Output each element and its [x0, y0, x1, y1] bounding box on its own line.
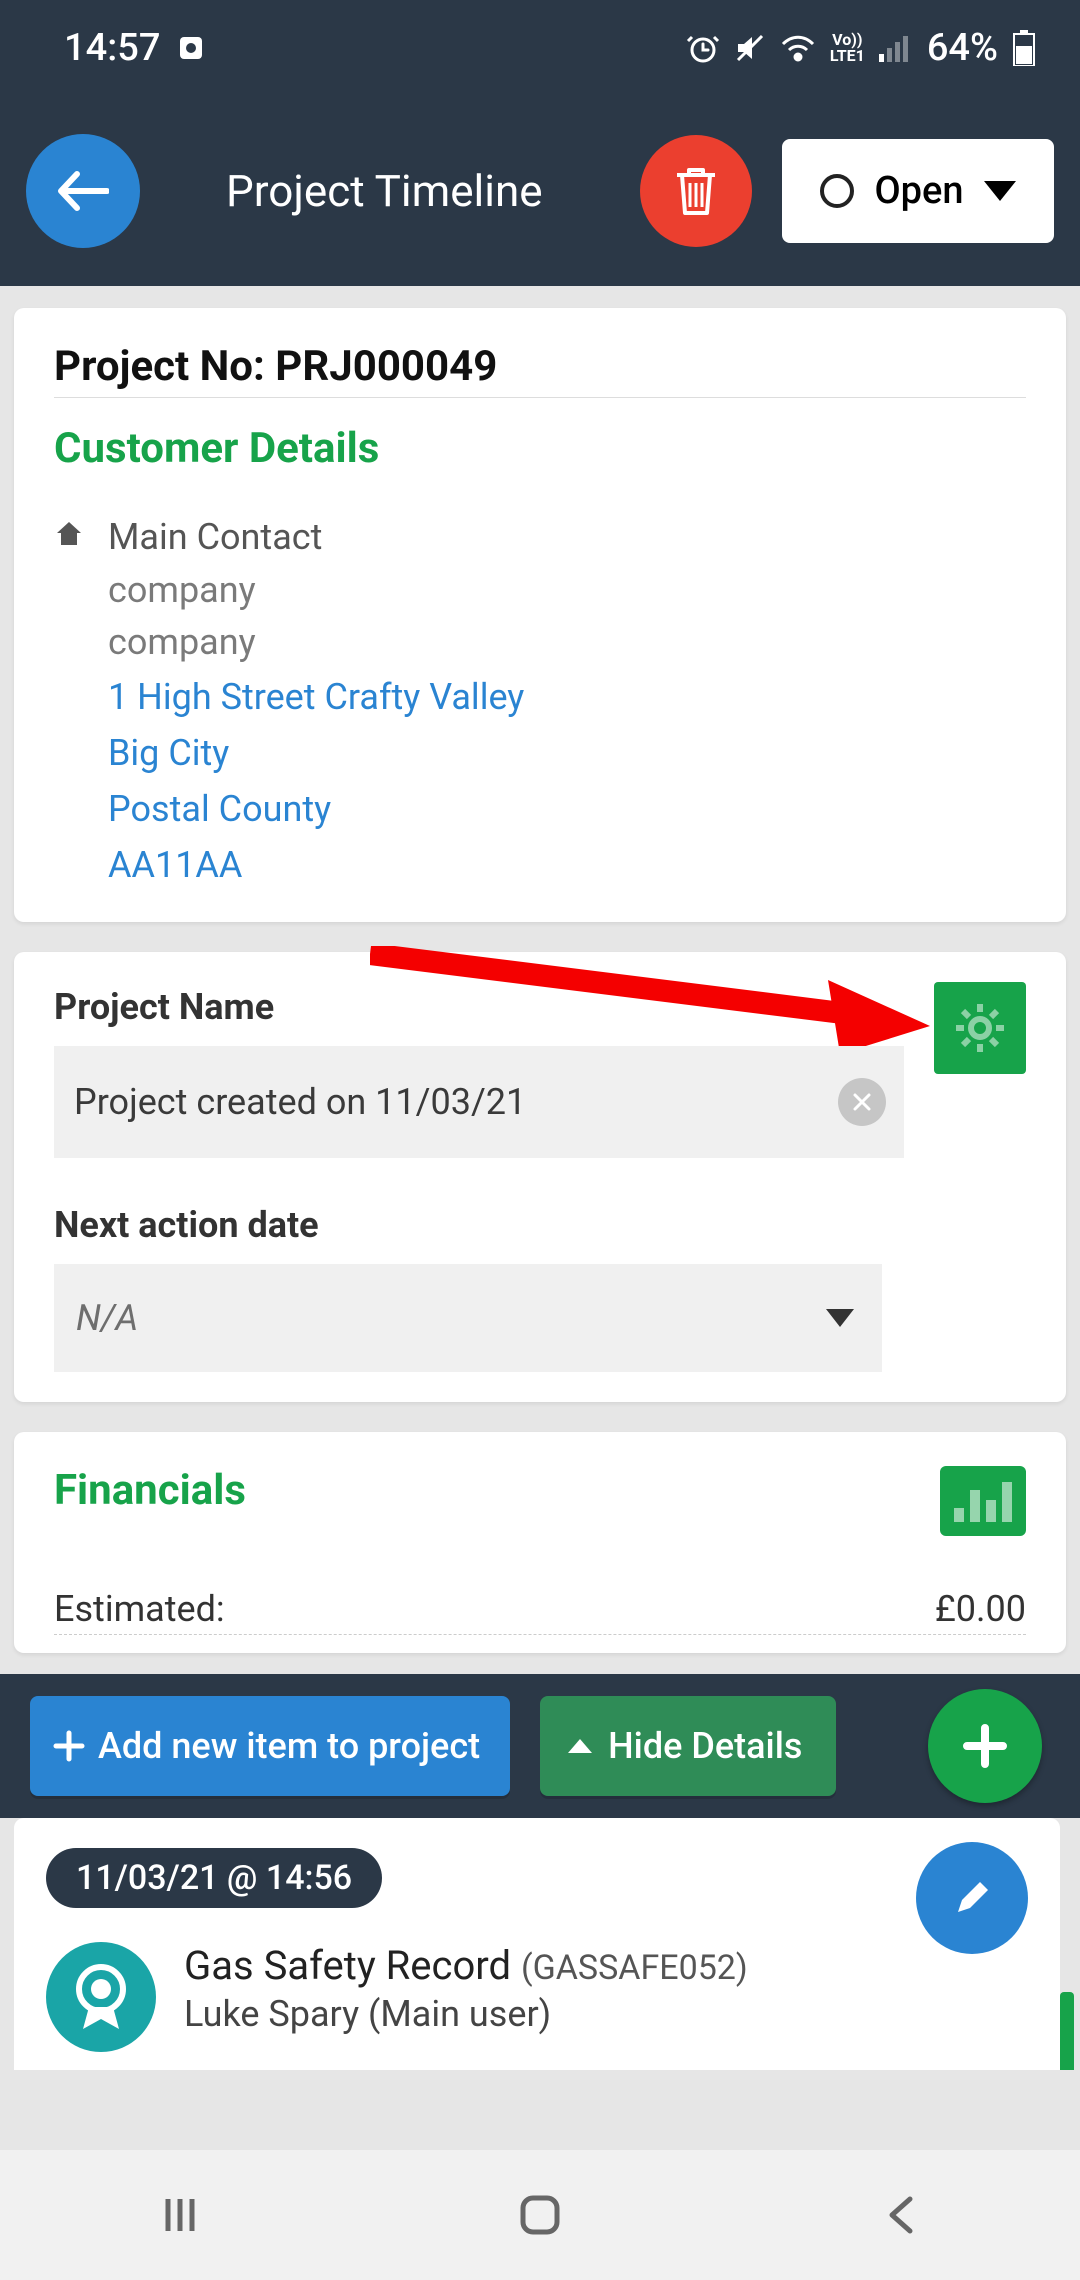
- project-name-input[interactable]: Project created on 11/03/21: [54, 1046, 904, 1158]
- timeline-item-card: 11/03/21 @ 14:56 Gas Safety Record (GASS…: [14, 1818, 1060, 2070]
- timeline-datetime: 11/03/21 @ 14:56: [46, 1848, 382, 1908]
- nav-back-button[interactable]: [860, 2185, 940, 2245]
- edit-item-button[interactable]: [916, 1842, 1028, 1954]
- scroll-thumb[interactable]: [1060, 1992, 1074, 2070]
- app-toolbar: Project Timeline Open: [0, 96, 1080, 286]
- clock-time: 14:57: [64, 26, 160, 70]
- company-line-2: company: [108, 618, 524, 667]
- customer-details-title: Customer Details: [54, 424, 1026, 473]
- pencil-icon: [950, 1876, 994, 1920]
- contact-label: Main Contact: [108, 513, 524, 562]
- record-user: Luke Spary (Main user): [184, 1993, 748, 2035]
- plus-icon: [957, 1718, 1013, 1774]
- chevron-left-icon: [882, 2193, 918, 2237]
- status-bar: 14:57 Vo)) LTE1 64%: [0, 0, 1080, 96]
- financials-chart-button[interactable]: [940, 1466, 1026, 1536]
- next-action-select[interactable]: N/A: [54, 1264, 882, 1372]
- floating-add-button[interactable]: [928, 1689, 1042, 1803]
- project-name-label: Project Name: [54, 986, 1026, 1028]
- next-action-label: Next action date: [54, 1204, 1026, 1246]
- battery-icon: [1012, 30, 1036, 66]
- arrow-left-icon: [57, 170, 109, 212]
- customer-details-card: Project No: PRJ000049 Customer Details M…: [14, 308, 1066, 922]
- address-line-3[interactable]: Postal County: [108, 783, 524, 835]
- bar-chart-icon: [954, 1508, 964, 1522]
- radio-open-icon: [820, 174, 854, 208]
- hide-details-button[interactable]: Hide Details: [540, 1696, 836, 1796]
- project-status-select[interactable]: Open: [782, 139, 1054, 243]
- address-line-4[interactable]: AA11AA: [108, 839, 524, 891]
- trash-icon: [673, 165, 719, 217]
- status-label: Open: [874, 169, 963, 213]
- home-icon: [515, 2190, 565, 2240]
- alarm-icon: [686, 32, 720, 64]
- estimated-label: Estimated:: [54, 1588, 225, 1630]
- home-icon: [54, 519, 84, 549]
- home-button[interactable]: [500, 2185, 580, 2245]
- project-settings-button[interactable]: [934, 982, 1026, 1074]
- add-item-button[interactable]: Add new item to project: [30, 1696, 510, 1796]
- close-icon: [851, 1091, 873, 1113]
- caret-up-icon: [568, 1739, 592, 1753]
- address-line-2[interactable]: Big City: [108, 727, 524, 779]
- financials-card: Financials Estimated: £0.00: [14, 1432, 1066, 1653]
- next-action-value: N/A: [76, 1297, 138, 1339]
- gear-icon: [953, 1001, 1007, 1055]
- add-item-label: Add new item to project: [98, 1725, 480, 1767]
- company-line-1: company: [108, 566, 524, 615]
- plus-icon: [52, 1729, 86, 1763]
- record-title: Gas Safety Record (GASSAFE052): [184, 1942, 748, 1989]
- volte-icon: Vo)) LTE1: [830, 32, 865, 64]
- page-title: Project Timeline: [226, 165, 543, 217]
- project-settings-card: Project Name Project created on 11/03/21…: [14, 952, 1066, 1402]
- wifi-icon: [780, 34, 816, 62]
- project-name-value: Project created on 11/03/21: [74, 1081, 526, 1123]
- battery-text: 64%: [927, 26, 998, 70]
- notification-dot-icon: [178, 35, 204, 61]
- recents-button[interactable]: [140, 2185, 220, 2245]
- recents-icon: [158, 2193, 202, 2237]
- chevron-down-icon: [826, 1309, 854, 1327]
- certificate-badge-icon: [46, 1942, 156, 2052]
- back-button[interactable]: [26, 134, 140, 248]
- estimated-value: £0.00: [935, 1588, 1026, 1630]
- caret-down-icon: [984, 181, 1016, 201]
- action-bar: Add new item to project Hide Details: [0, 1674, 1080, 1818]
- android-nav-bar: [0, 2150, 1080, 2280]
- financials-title: Financials: [54, 1466, 246, 1515]
- mute-icon: [734, 32, 766, 64]
- clear-input-button[interactable]: [838, 1078, 886, 1126]
- signal-icon: [879, 34, 913, 62]
- delete-button[interactable]: [640, 135, 752, 247]
- record-reference: (GASSAFE052): [521, 1948, 748, 1988]
- content-scroll[interactable]: Project No: PRJ000049 Customer Details M…: [0, 286, 1080, 2070]
- address-line-1[interactable]: 1 High Street Crafty Valley: [108, 671, 524, 723]
- project-number: Project No: PRJ000049: [54, 342, 1026, 398]
- hide-details-label: Hide Details: [608, 1725, 802, 1767]
